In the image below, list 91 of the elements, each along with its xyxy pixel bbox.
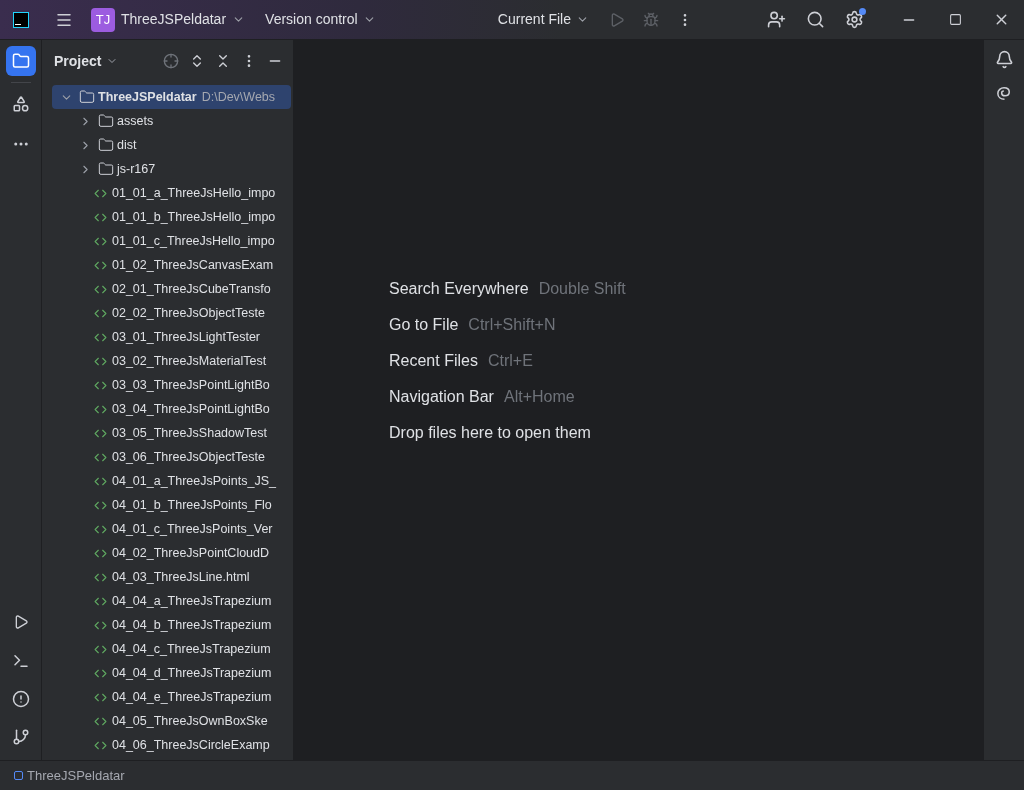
item-label: 02_01_ThreeJsCubeTransfo [112, 280, 271, 298]
file-row[interactable]: 02_01_ThreeJsCubeTransfo [52, 277, 291, 301]
item-label: 03_06_ThreeJsObjectTeste [112, 448, 265, 466]
file-row[interactable]: 04_01_a_ThreeJsPoints_JS_ [52, 469, 291, 493]
item-label: 04_01_c_ThreeJsPoints_Ver [112, 520, 273, 538]
add-user-icon[interactable] [767, 10, 786, 29]
folder-icon [79, 89, 95, 105]
locate-icon[interactable] [163, 53, 179, 69]
item-label: 01_02_ThreeJsCanvasExam [112, 256, 274, 274]
project-tool-button[interactable] [5, 46, 36, 76]
hint-label: Recent Files [389, 351, 478, 371]
shapes-icon[interactable] [11, 95, 30, 113]
file-row[interactable]: 04_01_b_ThreeJsPoints_Flo [52, 493, 291, 517]
item-label: 04_04_e_ThreeJsTrapezium [112, 688, 272, 706]
file-row[interactable]: 01_01_b_ThreeJsHello_impo [52, 205, 291, 229]
settings-icon[interactable] [845, 10, 864, 29]
item-label: 04_04_d_ThreeJsTrapezium [112, 664, 272, 682]
item-label: 01_01_a_ThreeJsHello_impo [112, 184, 276, 202]
file-row[interactable]: 03_03_ThreeJsPointLightBo [52, 373, 291, 397]
item-label: 01_01_c_ThreeJsHello_impo [112, 232, 275, 250]
alert-icon[interactable] [11, 690, 30, 708]
item-label: 04_05_ThreeJsOwnBoxSke [112, 712, 268, 730]
project-name: ThreeJSPeldatar [121, 10, 227, 29]
item-label: 04_04_b_ThreeJsTrapezium [112, 616, 272, 634]
app-logo-icon[interactable] [13, 11, 29, 28]
file-row[interactable]: 01_01_a_ThreeJsHello_impo [52, 181, 291, 205]
version-control-menu[interactable]: Version control [257, 5, 384, 34]
file-row[interactable]: 03_01_ThreeJsLightTester [52, 325, 291, 349]
item-label: 03_03_ThreeJsPointLightBo [112, 376, 270, 394]
file-row[interactable]: 04_04_d_ThreeJsTrapezium [52, 661, 291, 685]
file-row[interactable]: 01_01_c_ThreeJsHello_impo [52, 229, 291, 253]
item-label: 04_03_ThreeJsLine.html [112, 568, 250, 586]
item-label: dist [117, 136, 137, 154]
file-row[interactable]: 04_05_ThreeJsOwnBoxSke [52, 709, 291, 733]
hint-shortcut: Alt+Home [503, 387, 575, 407]
folder-icon [98, 113, 114, 129]
file-row[interactable]: 03_04_ThreeJsPointLightBo [52, 397, 291, 421]
folder-row[interactable]: assets [52, 109, 291, 133]
item-label: 04_01_b_ThreeJsPoints_Flo [112, 496, 272, 514]
hint-label: Go to File [389, 315, 459, 335]
item-label: 03_04_ThreeJsPointLightBo [112, 400, 270, 418]
hint-shortcut: Ctrl+Shift+N [468, 315, 556, 335]
hint-label: Search Everywhere [389, 279, 529, 299]
module-icon [14, 771, 23, 780]
file-row[interactable]: 03_02_ThreeJsMaterialTest [52, 349, 291, 373]
item-label: 04_01_a_ThreeJsPoints_JS_ [112, 472, 276, 490]
project-switcher[interactable]: TJ ThreeJSPeldatar [87, 5, 250, 34]
breadcrumb-item[interactable]: ThreeJSPeldatar [27, 765, 125, 786]
run-config-menu[interactable]: Current File [489, 5, 597, 34]
file-row[interactable]: 04_03_ThreeJsLine.html [52, 565, 291, 589]
item-label: 04_06_ThreeJsCircleExamp [112, 736, 270, 754]
hint-label: Navigation Bar [389, 387, 494, 407]
bell-icon[interactable] [994, 50, 1014, 69]
item-label: 02_02_ThreeJsObjectTeste [112, 304, 265, 322]
file-row[interactable]: 04_06_ThreeJsCircleExamp [52, 733, 291, 757]
project-view-menu[interactable]: Project [54, 50, 119, 72]
item-label: 03_05_ThreeJsShadowTest [112, 424, 267, 442]
item-label: js-r167 [117, 160, 156, 178]
item-label: 04_04_c_ThreeJsTrapezium [112, 640, 271, 658]
file-row[interactable]: 04_04_a_ThreeJsTrapezium [52, 589, 291, 613]
folder-icon [98, 137, 114, 153]
git-branch-icon[interactable] [11, 728, 30, 746]
project-badge: TJ [91, 7, 115, 32]
file-row[interactable]: 03_05_ThreeJsShadowTest [52, 421, 291, 445]
item-label: 01_01_b_ThreeJsHello_impo [112, 208, 276, 226]
hint-shortcut: Double Shift [538, 279, 626, 299]
file-row[interactable]: 04_04_e_ThreeJsTrapezium [52, 685, 291, 709]
file-row[interactable]: 03_06_ThreeJsObjectTeste [52, 445, 291, 469]
folder-row[interactable]: ThreeJSPeldatar D:\Dev\Webs [52, 85, 291, 109]
item-path: D:\Dev\Webs [201, 88, 276, 106]
item-label: 03_02_ThreeJsMaterialTest [112, 352, 267, 370]
file-row[interactable]: 04_04_c_ThreeJsTrapezium [52, 637, 291, 661]
item-label: assets [117, 112, 154, 130]
folder-icon [98, 161, 114, 177]
item-label: 04_02_ThreeJsPointCloudD [112, 544, 270, 562]
file-row[interactable]: 04_01_c_ThreeJsPoints_Ver [52, 517, 291, 541]
folder-icon [11, 52, 30, 70]
item-label: ThreeJSPeldatar [98, 88, 197, 106]
hint-shortcut: Ctrl+E [487, 351, 533, 371]
file-row[interactable]: 04_02_ThreeJsPointCloudD [52, 541, 291, 565]
hint-label: Drop files here to open them [389, 423, 591, 443]
item-label: 03_01_ThreeJsLightTester [112, 328, 260, 346]
file-row[interactable]: 04_04_b_ThreeJsTrapezium [52, 613, 291, 637]
folder-row[interactable]: dist [52, 133, 291, 157]
file-row[interactable]: 01_02_ThreeJsCanvasExam [52, 253, 291, 277]
item-label: 04_04_a_ThreeJsTrapezium [112, 592, 272, 610]
search-icon[interactable] [806, 10, 825, 29]
terminal-icon[interactable] [11, 652, 30, 670]
folder-row[interactable]: js-r167 [52, 157, 291, 181]
maximize-icon[interactable] [948, 13, 962, 26]
file-row[interactable]: 02_02_ThreeJsObjectTeste [52, 301, 291, 325]
